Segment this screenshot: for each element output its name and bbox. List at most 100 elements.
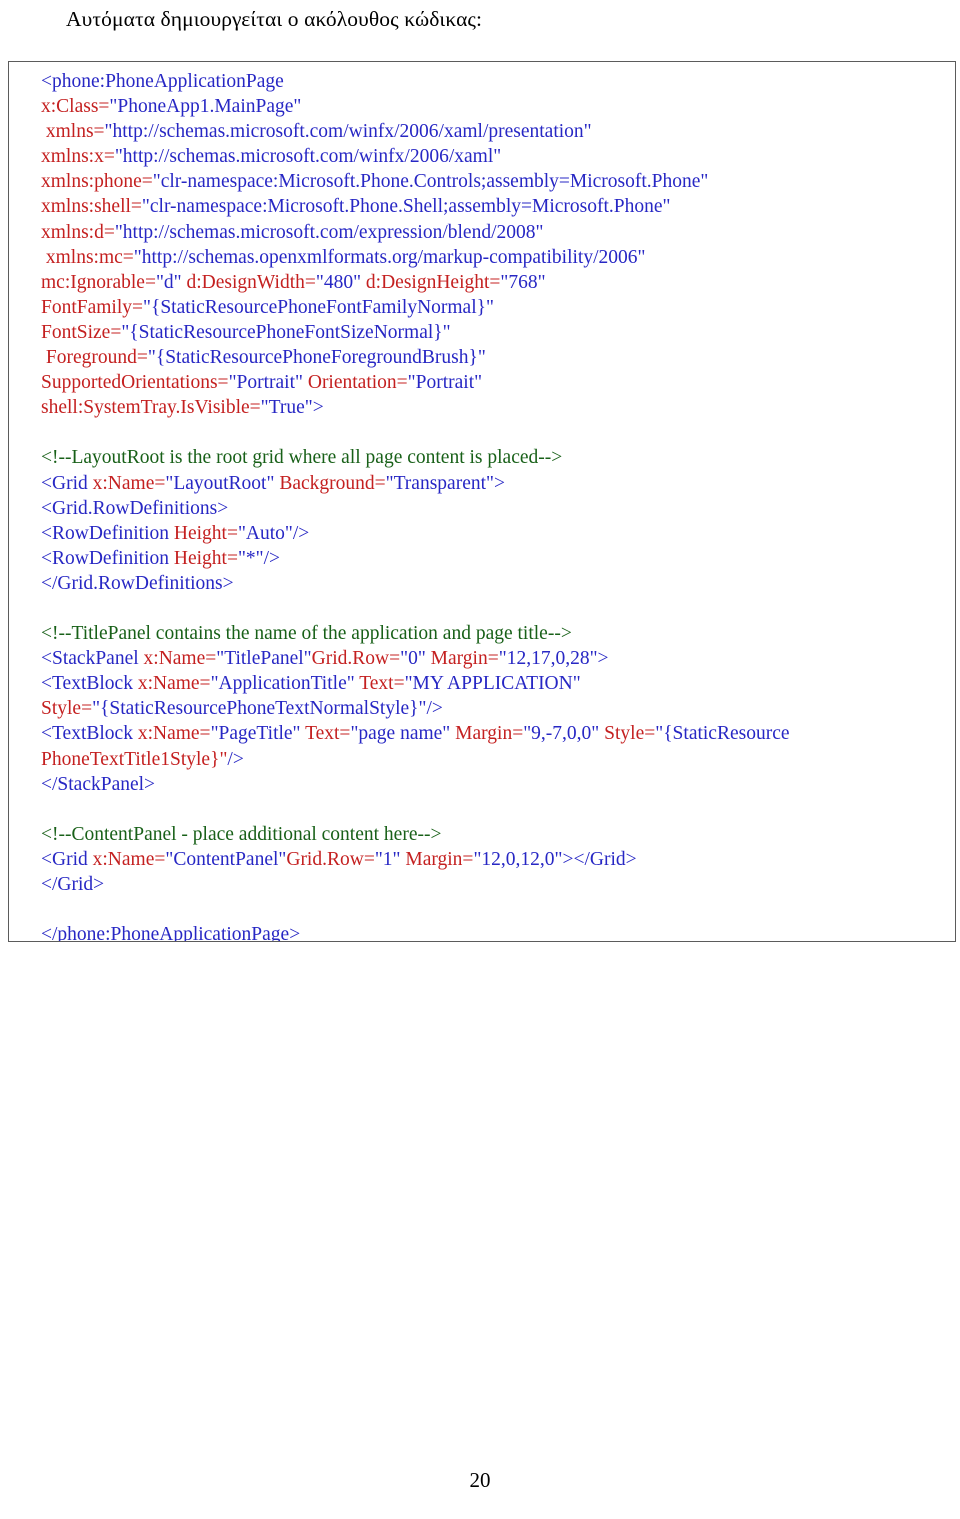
code-token-tag: <RowDefinition [41,547,174,569]
code-token-attr: Grid.Row= [286,848,375,870]
code-token-val: "http://schemas.openxmlformats.org/marku… [133,246,646,268]
code-token-val: "Portrait" [407,372,483,394]
code-token-attr: Background= [279,472,386,494]
code-line: </StackPanel> [41,772,790,797]
code-token-attr: d:DesignHeight= [365,271,501,293]
code-token-tag: <Grid [41,472,93,494]
code-token-attr: xmlns= [45,121,105,143]
code-line: <RowDefinition Height="Auto"/> [41,521,790,546]
code-token-val: "PageTitle" [210,723,301,745]
code-token-val: "clr-namespace:Microsoft.Phone.Controls;… [152,171,709,193]
code-token-val: "12,17,0,28" [498,648,598,670]
code-token-tag: <RowDefinition [41,522,174,544]
code-token-tag: > [312,397,324,419]
code-token-val: "Portrait" [228,372,303,394]
code-token-val: "{StaticResourcePhoneFontSizeNormal}" [121,321,451,343]
code-token-tag: <TextBlock [41,673,138,695]
code-token-attr: Text= [305,723,351,745]
code-token-tag: <Grid.RowDefinitions> [41,497,229,519]
code-token-attr: PhoneTextTitle1Style}" [41,748,228,770]
code-token-attr: mc:Ignorable= [41,271,156,293]
code-token-val: "Transparent" [385,472,494,494]
code-token-val: "LayoutRoot" [165,472,275,494]
code-token-tag: > [493,472,505,494]
code-token-attr: Grid.Row= [311,648,401,670]
code-token-tag: /> [292,522,310,544]
code-listing: <phone:PhoneApplicationPage x:Class="Phon… [9,62,796,941]
code-token-attr: x:Name= [137,723,211,745]
page-title: Αυτόματα δημιουργείται ο ακόλουθος κώδικ… [66,7,483,31]
code-token-val: "clr-namespace:Microsoft.Phone.Shell;ass… [141,196,671,218]
code-token-attr: Height= [173,522,238,544]
code-line: <Grid x:Name="LayoutRoot" Background="Tr… [41,471,790,496]
code-line: <phone:PhoneApplicationPage [41,69,790,94]
code-line: </Grid.RowDefinitions> [41,571,790,596]
code-token-val: "{StaticResourcePhoneTextNormalStyle}" [92,698,427,720]
code-token-val: "{StaticResource [655,723,790,745]
code-token-attr: Style= [41,698,93,720]
code-token-attr: xmlns:phone= [41,171,153,193]
code-token-attr: shell:SystemTray.IsVisible= [41,397,261,419]
code-line: mc:Ignorable="d" d:DesignWidth="480" d:D… [41,270,790,295]
code-line: xmlns:shell="clr-namespace:Microsoft.Pho… [41,194,790,219]
code-line: <Grid x:Name="ContentPanel"Grid.Row="1" … [41,847,790,872]
code-line: xmlns:phone="clr-namespace:Microsoft.Pho… [41,169,790,194]
code-token-val: "PhoneApp1.MainPage" [109,96,302,118]
code-line: xmlns="http://schemas.microsoft.com/winf… [41,119,790,144]
code-line: <StackPanel x:Name="TitlePanel"Grid.Row=… [41,646,790,671]
code-token-val: "http://schemas.microsoft.com/winfx/2006… [114,146,502,168]
code-token-attr: xmlns:d= [41,221,115,243]
code-token-val: "1" [374,848,401,870]
code-line: </Grid> [41,872,790,897]
code-token-tag: </StackPanel> [41,773,156,795]
code-token-attr: Margin= [455,723,524,745]
code-line: <TextBlock x:Name="ApplicationTitle" Tex… [41,671,790,696]
code-line: xmlns:d="http://schemas.microsoft.com/ex… [41,220,790,245]
code-token-val: "http://schemas.microsoft.com/expression… [114,221,544,243]
code-token-val: "0" [400,648,426,670]
code-line: xmlns:x="http://schemas.microsoft.com/wi… [41,144,790,169]
code-line: </phone:PhoneApplicationPage> [41,922,790,941]
code-token-tag: /> [227,748,244,770]
code-line: <!--LayoutRoot is the root grid where al… [41,445,790,470]
code-token-val: "http://schemas.microsoft.com/winfx/2006… [104,121,592,143]
page-number: 20 [469,1468,491,1492]
code-token-attr: xmlns:mc= [45,246,134,268]
code-token-attr: Text= [359,673,405,695]
code-token-tag: <phone:PhoneApplicationPage [41,71,284,92]
code-token-attr: xmlns:shell= [41,196,142,218]
code-token-attr: d:DesignWidth= [186,271,316,293]
code-token-tag: <StackPanel [41,648,144,670]
code-line: Foreground="{StaticResourcePhoneForegrou… [41,345,790,370]
code-token-val: "12,0,12,0" [473,848,563,870]
code-token-val: "MY APPLICATION" [404,673,581,695]
code-token-attr: Style= [604,723,656,745]
code-token-attr: SupportedOrientations= [41,372,229,394]
code-token-val: "{StaticResourcePhoneForegroundBrush}" [147,347,486,369]
code-line: <TextBlock x:Name="PageTitle" Text="page… [41,721,790,746]
code-token-val: "480" [315,271,362,293]
code-token-attr: x:Name= [143,648,217,670]
code-token-val: "{StaticResourcePhoneFontFamilyNormal}" [143,296,494,318]
code-token-val: "True" [260,397,313,419]
code-token-val: "ApplicationTitle" [210,673,355,695]
code-token-cmt: <!--TitlePanel contains the name of the … [41,623,572,645]
code-token-tag: <Grid [41,848,93,870]
code-token-tag: ></Grid> [562,848,637,870]
code-token-tag: <TextBlock [41,723,138,745]
code-token-val: "ContentPanel" [165,848,287,870]
code-line: <Grid.RowDefinitions> [41,496,790,521]
code-token-attr: Foreground= [45,347,148,369]
code-token-val: "d" [155,271,182,293]
code-token-attr: x:Name= [92,848,166,870]
code-line: shell:SystemTray.IsVisible="True"> [41,395,790,420]
code-token-tag: </Grid.RowDefinitions> [41,572,234,594]
code-token-attr: Margin= [430,648,499,670]
code-line: FontSize="{StaticResourcePhoneFontSizeNo… [41,320,790,345]
code-token-cmt: <!--ContentPanel - place additional cont… [41,823,442,845]
code-token-attr: Orientation= [307,372,408,394]
code-token-attr: x:Class= [41,96,110,118]
